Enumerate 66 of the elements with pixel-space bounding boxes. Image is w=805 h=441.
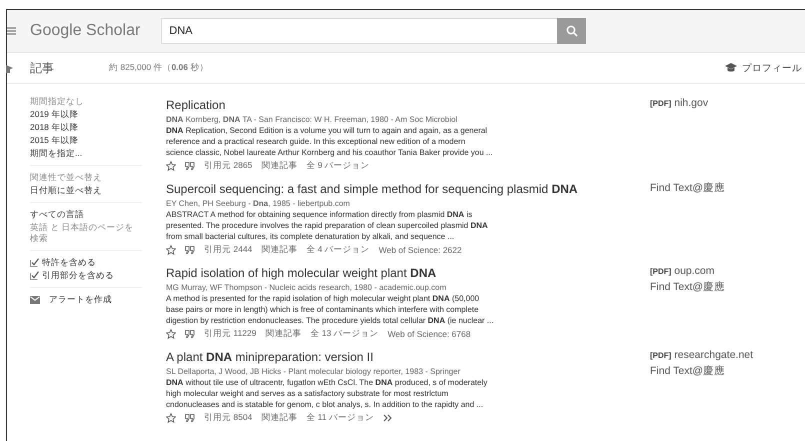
related-articles-link[interactable]: 関連記事: [261, 244, 298, 256]
sidebar-item[interactable]: 英語 と 日本語のページを検索: [30, 222, 142, 244]
result-snippet: DNA Replication, Second Edition is a volume you will turn to again and again, as a general reference and a practical research guide. In this exceptional new edition of a modern science classic, Nobel laureate Arthur Kornberg and his coauthor Tania Baker provide you ...: [166, 125, 494, 158]
sidebar-item[interactable]: 2018 年以降: [30, 122, 142, 133]
related-articles-link[interactable]: 関連記事: [265, 328, 302, 340]
result-authors: DNA Kornberg, DNA TA - San Francisco: W H. Freeman, 1980 - Am Soc Microbiol: [166, 114, 458, 125]
star-icon[interactable]: [166, 329, 176, 339]
quote-icon[interactable]: [185, 414, 195, 422]
search-field[interactable]: DNA: [161, 18, 558, 44]
section-title: 記事: [30, 60, 54, 76]
result-authors: MG Murray, WF Thompson - Nucleic acids research, 1980 - academic.oup.com: [166, 282, 448, 293]
result-snippet: ABSTRACT A method for obtaining sequence information directly from plasmid DNA is presented. The procedure involves the rapid preparation of clean supercoiled plasmid DNA from small bacterial cultures, its complete denaturation by alkali, and sequence ...: [166, 209, 489, 242]
sidebar-item[interactable]: 日付順に並べ替え: [30, 185, 142, 196]
sidebar-item[interactable]: 期間指定なし: [30, 96, 142, 107]
related-articles-link[interactable]: 関連記事: [261, 412, 298, 424]
cited-by-link[interactable]: 引用元 11229: [204, 328, 256, 340]
result-count: 約 825,000 件（0.06 秒）: [109, 62, 208, 74]
result-title[interactable]: Replication: [166, 98, 226, 113]
search-button[interactable]: [557, 18, 586, 44]
profile-link[interactable]: プロフィール: [742, 62, 802, 74]
web-of-science-link[interactable]: Web of Science: 2622: [378, 245, 462, 255]
star-icon[interactable]: [166, 161, 176, 171]
menu-icon[interactable]: [7, 27, 16, 35]
result-snippet: DNA without tile use of ultracentr, fugatlon wEth CsCl. The DNA produced, s of moderately high molecular weight and serves as a satisfactory substrate for most restrlctum cndonucleases and is statable for genom, c blot analys, s. In addition to the rapidty and ...: [166, 377, 488, 410]
sidebar-item[interactable]: 2019 年以降: [30, 109, 142, 120]
result-title[interactable]: A plant DNA minipreparation: version II: [166, 350, 374, 365]
full-text-link[interactable]: [PDF] researchgate.net: [650, 349, 754, 361]
create-alert-link[interactable]: アラートを作成: [49, 294, 112, 305]
cited-by-link[interactable]: 引用元 2444: [204, 244, 252, 256]
quote-icon[interactable]: [185, 330, 195, 338]
result-title[interactable]: Supercoil sequencing: a fast and simple method for sequencing plasmid DNA: [166, 182, 578, 197]
cap-icon: [6, 64, 13, 72]
quote-icon[interactable]: [185, 246, 195, 254]
envelope-icon: [30, 296, 40, 304]
full-text-link[interactable]: Find Text@慶應: [650, 181, 726, 195]
result-title[interactable]: Rapid isolation of high molecular weight plant DNA: [166, 266, 436, 281]
sidebar-item[interactable]: 2015 年以降: [30, 135, 142, 146]
versions-link[interactable]: 全 4 バージョン: [306, 244, 370, 256]
checkbox[interactable]: [30, 271, 39, 280]
sidebar-item[interactable]: 関連性で並べ替え: [30, 172, 142, 183]
cited-by-link[interactable]: 引用元 8504: [204, 412, 252, 424]
result-authors: SL Dellaporta, J Wood, JB Hicks - Plant molecular biology reporter, 1983 - Springer: [166, 366, 462, 377]
full-text-link[interactable]: [PDF] nih.gov: [650, 97, 708, 109]
checkbox-label[interactable]: 引用部分を含める: [42, 270, 114, 281]
versions-link[interactable]: 全 13 バージョン: [310, 328, 379, 340]
full-text-link[interactable]: Find Text@慶應: [650, 364, 754, 378]
versions-link[interactable]: 全 11 バージョン: [306, 412, 374, 424]
star-icon[interactable]: [166, 245, 176, 255]
result-authors: EY Chen, PH Seeburg - Dna, 1985 - liebertpub.com: [166, 198, 351, 209]
related-articles-link[interactable]: 関連記事: [261, 160, 298, 172]
star-icon[interactable]: [166, 413, 176, 423]
checkbox-label[interactable]: 特許を含める: [42, 257, 96, 268]
sidebar-item[interactable]: すべての言語: [30, 209, 142, 220]
logo[interactable]: Google Scholar: [30, 22, 140, 40]
quote-icon[interactable]: [185, 162, 195, 170]
versions-link[interactable]: 全 9 バージョン: [306, 160, 370, 172]
full-text-link[interactable]: Find Text@慶應: [650, 280, 726, 294]
full-text-link[interactable]: [PDF] oup.com: [650, 265, 726, 277]
web-of-science-link[interactable]: Web of Science: 6768: [388, 329, 471, 339]
sidebar-item[interactable]: 期間を指定...: [30, 148, 142, 159]
search-icon: [566, 25, 578, 37]
cited-by-link[interactable]: 引用元 2865: [204, 160, 252, 172]
checkbox[interactable]: [30, 258, 39, 267]
cap-icon: [725, 63, 737, 73]
result-snippet: A method is presented for the rapid isolation of high molecular weight plant DNA (50,000 base pairs or more in length) which is free of contaminants which interfere with complete digestion by restriction endonucleases. The procedure yields total cellular DNA (ie nuclear ...: [166, 293, 495, 326]
more-icon[interactable]: [382, 414, 392, 422]
